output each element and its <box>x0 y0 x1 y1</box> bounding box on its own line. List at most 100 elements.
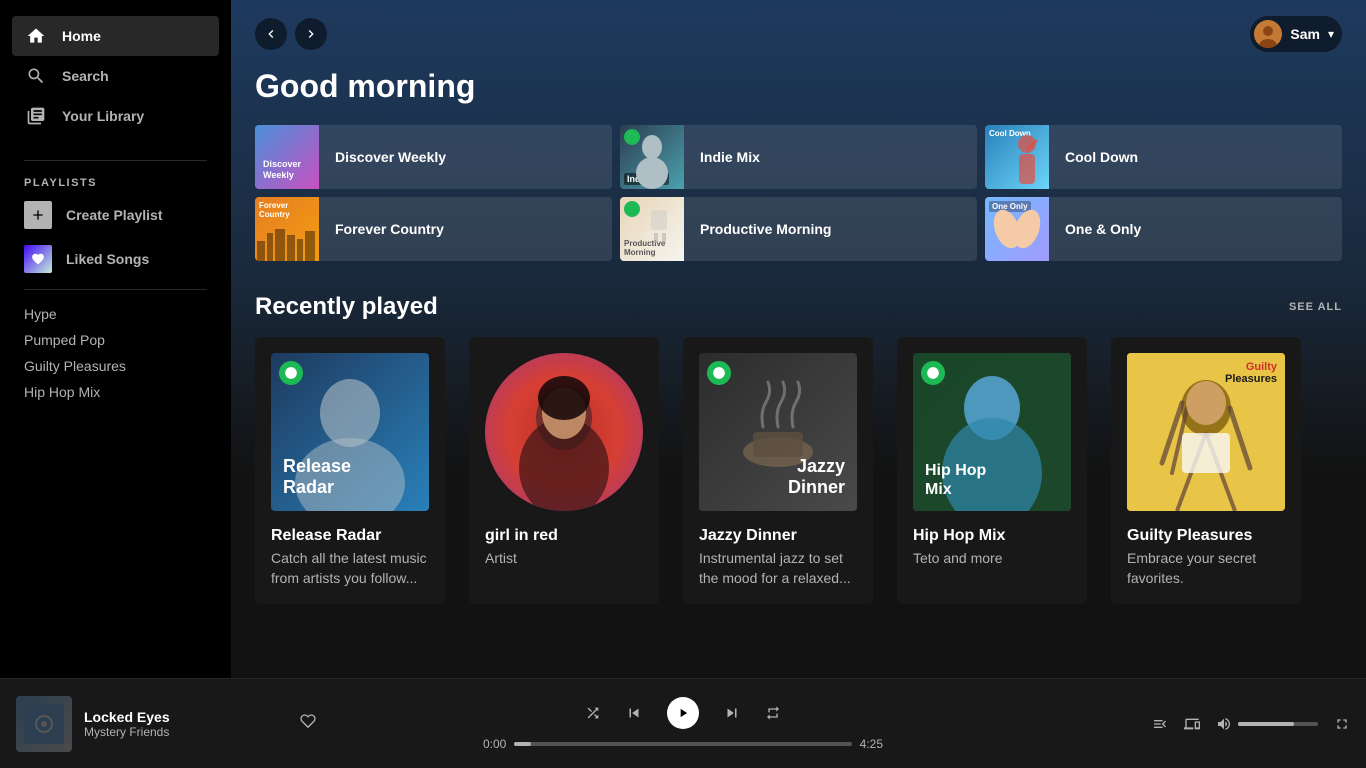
forever-country-img: Forever Country <box>255 197 319 261</box>
cool-down-label: Cool Down <box>1049 149 1154 165</box>
indie-mix-label: Indie Mix <box>684 149 776 165</box>
quick-card-productive-morning[interactable]: ProductiveMorning Productive Morning <box>620 197 977 261</box>
guilty-pleasures-img: GuiltyPleasures <box>1127 353 1285 511</box>
card-release-radar[interactable]: ReleaseRadar Release Radar Catch all the… <box>255 337 445 604</box>
greeting-title: Good morning <box>231 68 1366 125</box>
back-button[interactable] <box>255 18 287 50</box>
volume-bar[interactable] <box>1238 722 1318 726</box>
player-controls: 0:00 4:25 <box>483 697 883 751</box>
playlists-heading: PLAYLISTS <box>0 169 231 193</box>
library-label: Your Library <box>62 108 144 124</box>
indie-mix-img: Indie Mix <box>620 125 684 189</box>
sidebar-nav: Home Search Your Library <box>0 8 231 152</box>
forward-button[interactable] <box>295 18 327 50</box>
guilty-pleasures-subtitle: Embrace your secret favorites. <box>1127 549 1285 588</box>
guilty-overlay: GuiltyPleasures <box>1225 361 1277 385</box>
recently-played-header: Recently played SEE ALL <box>231 293 1366 321</box>
quick-card-one-only[interactable]: One Only One & Only <box>985 197 1342 261</box>
discover-weekly-img: DiscoverWeekly <box>255 125 319 189</box>
nav-buttons <box>255 18 327 50</box>
productive-morning-label: Productive Morning <box>684 221 847 237</box>
progress-row: 0:00 4:25 <box>483 737 883 751</box>
girl-in-red-subtitle: Artist <box>485 549 643 569</box>
hiphop-overlay: Hip HopMix <box>925 461 986 499</box>
chevron-down-icon: ▾ <box>1328 27 1334 41</box>
recently-played-title: Recently played <box>255 293 438 321</box>
library-icon <box>24 104 48 128</box>
guilty-pleasures-title: Guilty Pleasures <box>1127 527 1285 545</box>
repeat-button[interactable] <box>765 705 781 721</box>
sidebar-item-library[interactable]: Your Library <box>12 96 219 136</box>
playlist-item-guilty-pleasures[interactable]: Guilty Pleasures <box>24 354 207 378</box>
forever-country-label: Forever Country <box>319 221 460 237</box>
jazzy-overlay: JazzyDinner <box>788 456 845 499</box>
playlist-item-pumped-pop[interactable]: Pumped Pop <box>24 328 207 352</box>
hip-hop-mix-img: Hip HopMix <box>913 353 1071 511</box>
next-button[interactable] <box>723 704 741 722</box>
one-only-img: One Only <box>985 197 1049 261</box>
jazzy-dinner-img: JazzyDinner <box>699 353 857 511</box>
liked-songs-label: Liked Songs <box>66 251 149 267</box>
queue-button[interactable] <box>1152 716 1168 732</box>
jazzy-dinner-title: Jazzy Dinner <box>699 527 857 545</box>
card-guilty-pleasures[interactable]: GuiltyPleasures Guilty Pleasures Embrace… <box>1111 337 1301 604</box>
playlist-item-hype[interactable]: Hype <box>24 302 207 326</box>
quick-card-forever-country[interactable]: Forever Country Forever Country <box>255 197 612 261</box>
card-girl-in-red[interactable]: girl in red Artist <box>469 337 659 604</box>
sidebar-divider-2 <box>24 289 207 290</box>
time-total: 4:25 <box>860 737 883 751</box>
jazzy-dinner-subtitle: Instrumental jazz to set the mood for a … <box>699 549 857 588</box>
quick-card-indie-mix[interactable]: Indie Mix Indie Mix <box>620 125 977 189</box>
playlist-list: Hype Pumped Pop Guilty Pleasures Hip Hop… <box>0 298 231 408</box>
forever-country-badge: Forever Country <box>259 201 319 219</box>
avatar <box>1254 20 1282 48</box>
quick-card-cool-down[interactable]: Cool Down Cool Down <box>985 125 1342 189</box>
track-thumbnail <box>16 696 72 752</box>
main-content: Sam ▾ Good morning DiscoverWeekly Discov… <box>231 0 1366 678</box>
spotify-badge-hiphop <box>921 361 945 385</box>
playlist-item-hip-hop-mix[interactable]: Hip Hop Mix <box>24 380 207 404</box>
track-artist: Mystery Friends <box>84 725 288 739</box>
like-track-button[interactable] <box>300 713 316 734</box>
shuffle-button[interactable] <box>585 705 601 721</box>
sidebar-item-home[interactable]: Home <box>12 16 219 56</box>
progress-bar[interactable] <box>514 742 851 746</box>
search-label: Search <box>62 68 109 84</box>
one-only-label: One & Only <box>1049 221 1157 237</box>
quick-card-discover-weekly[interactable]: DiscoverWeekly Discover Weekly <box>255 125 612 189</box>
fullscreen-button[interactable] <box>1334 716 1350 732</box>
player-track-info: Locked Eyes Mystery Friends <box>16 696 316 752</box>
user-menu[interactable]: Sam ▾ <box>1250 16 1342 52</box>
productive-morning-img: ProductiveMorning <box>620 197 684 261</box>
create-playlist-button[interactable]: Create Playlist <box>0 193 231 237</box>
play-pause-button[interactable] <box>667 697 699 729</box>
spotify-badge <box>279 361 303 385</box>
devices-button[interactable] <box>1184 716 1200 732</box>
track-details: Locked Eyes Mystery Friends <box>84 709 288 739</box>
liked-songs-button[interactable]: Liked Songs <box>0 237 231 281</box>
card-jazzy-dinner[interactable]: JazzyDinner Jazzy Dinner Instrumental ja… <box>683 337 873 604</box>
release-radar-title: Release Radar <box>271 527 429 545</box>
card-hip-hop-mix[interactable]: Hip HopMix Hip Hop Mix Teto and more <box>897 337 1087 604</box>
home-label: Home <box>62 28 101 44</box>
quick-picks-grid: DiscoverWeekly Discover Weekly Indie Mix <box>231 125 1366 261</box>
liked-songs-icon <box>24 245 52 273</box>
search-icon <box>24 64 48 88</box>
sidebar: Home Search Your Library PLAYLISTS Creat… <box>0 0 231 678</box>
hip-hop-mix-subtitle: Teto and more <box>913 549 1071 569</box>
volume-button[interactable] <box>1216 716 1232 732</box>
user-name: Sam <box>1290 26 1320 42</box>
create-playlist-icon <box>24 201 52 229</box>
volume-fill <box>1238 722 1294 726</box>
hip-hop-mix-title: Hip Hop Mix <box>913 527 1071 545</box>
previous-button[interactable] <box>625 704 643 722</box>
track-title: Locked Eyes <box>84 709 288 725</box>
create-playlist-label: Create Playlist <box>66 207 163 223</box>
sidebar-item-search[interactable]: Search <box>12 56 219 96</box>
top-bar: Sam ▾ <box>231 0 1366 68</box>
spotify-dot-productive <box>624 201 640 217</box>
cool-down-img: Cool Down <box>985 125 1049 189</box>
time-current: 0:00 <box>483 737 506 751</box>
see-all-button[interactable]: SEE ALL <box>1289 301 1342 313</box>
discover-weekly-label: Discover Weekly <box>319 149 462 165</box>
